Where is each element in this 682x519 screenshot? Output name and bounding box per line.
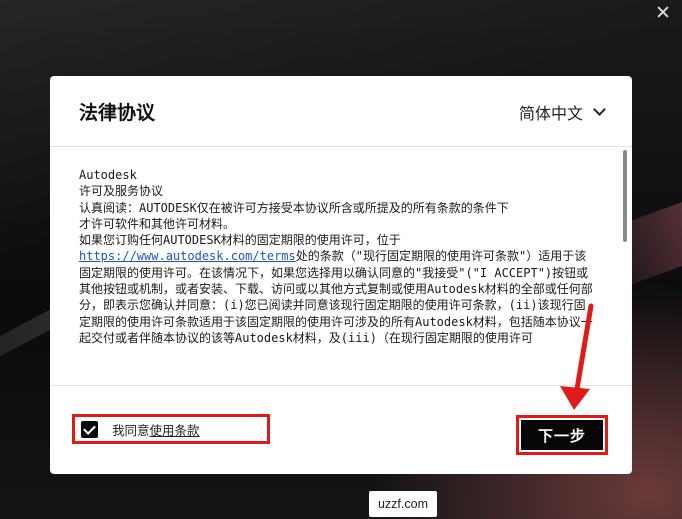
site-watermark: uzzf.com <box>369 491 437 517</box>
annotation-arrow-icon <box>560 303 594 410</box>
